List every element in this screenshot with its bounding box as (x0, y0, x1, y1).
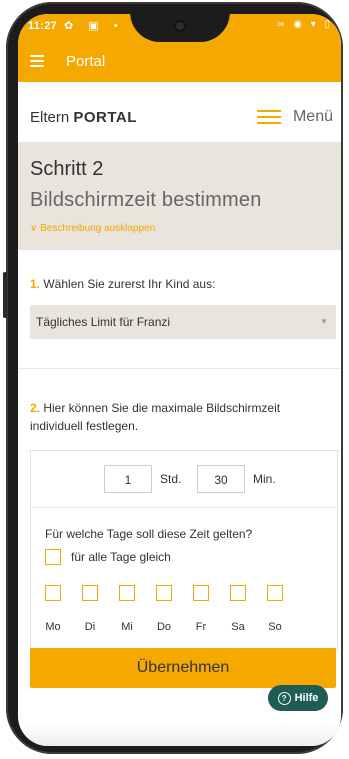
day-checkbox-sa[interactable] (230, 585, 246, 601)
menu-button[interactable]: Menü (256, 104, 333, 130)
expand-description-link[interactable]: ∨ Beschreibung ausklappen (30, 223, 155, 234)
day-label-mi: Mi (121, 621, 133, 633)
brand-logo[interactable]: Eltern PORTAL (30, 109, 137, 126)
section-number: 2. (30, 401, 41, 415)
day-label-di: Di (84, 621, 96, 633)
menu-icon (256, 110, 281, 124)
child-select[interactable]: Tägliches Limit für Franzi ▼ (30, 305, 336, 339)
app-bar: Portal (18, 42, 341, 82)
day-checkbox-mi[interactable] (119, 585, 135, 601)
day-checkbox-so[interactable] (267, 585, 283, 601)
camera-icon (174, 20, 186, 32)
bottom-edge (18, 722, 341, 746)
volume-button (3, 272, 7, 318)
site-header: Eltern PORTAL Menü (18, 82, 341, 143)
child-label: 1. Wählen Sie zurerst Ihr Kind aus: (30, 275, 215, 293)
time-label-text: Hier können Sie die maximale Bildschirmz… (30, 401, 281, 433)
same-for-all-checkbox[interactable] (45, 549, 61, 565)
step-title: Schritt 2 (30, 158, 104, 180)
step-hero: Schritt 2 Bildschirmzeit bestimmen ∨ Bes… (18, 142, 341, 250)
phone-screen: 11:27 ✿ ▣ • ∞ ◉ ▾ ▯ Portal Eltern PORTAL… (18, 14, 341, 746)
child-select-value: Tägliches Limit für Franzi (36, 315, 171, 329)
step-subtitle: Bildschirmzeit bestimmen (30, 189, 262, 211)
app-title: Portal (66, 53, 106, 70)
day-label-do: Do (156, 621, 172, 633)
apply-button[interactable]: Übernehmen (30, 648, 336, 688)
system-icons: ∞ ◉ ▾ ▯ (277, 19, 333, 30)
divider (18, 368, 341, 369)
day-label-so: So (268, 621, 282, 633)
brand-bold: PORTAL (73, 109, 137, 126)
section-number: 1. (30, 277, 41, 291)
time-row: 1 Std. 30 Min. (31, 451, 337, 508)
day-checkbox-do[interactable] (156, 585, 172, 601)
child-label-text: Wählen Sie zurerst Ihr Kind aus: (40, 277, 216, 291)
brand-light: Eltern (30, 109, 74, 126)
menu-label: Menü (292, 108, 333, 125)
minutes-unit: Min. (253, 472, 276, 486)
help-icon: ? (277, 691, 291, 705)
time-label: 2. Hier können Sie die maximale Bildschi… (30, 399, 330, 435)
same-for-all-label: für alle Tage gleich (71, 550, 171, 564)
day-checkbox-fr[interactable] (193, 585, 209, 601)
day-label-fr: Fr (195, 621, 207, 633)
status-time: 11:27 (28, 20, 58, 32)
day-label-sa: Sa (231, 621, 245, 633)
help-label: Hilfe (294, 692, 319, 704)
chevron-down-icon: ▼ (320, 317, 328, 326)
minutes-input[interactable]: 30 (197, 465, 245, 493)
hours-unit: Std. (160, 472, 182, 486)
days-question: Für welche Tage soll diese Zeit gelten? (45, 527, 253, 541)
camera-notch (130, 14, 230, 42)
help-button[interactable]: ? Hilfe (268, 685, 328, 711)
time-card: 1 Std. 30 Min. Für welche Tage soll dies… (30, 450, 338, 652)
hamburger-icon[interactable] (30, 55, 44, 67)
day-label-mo: Mo (45, 621, 61, 633)
phone-frame: 11:27 ✿ ▣ • ∞ ◉ ▾ ▯ Portal Eltern PORTAL… (3, 2, 343, 754)
hours-input[interactable]: 1 (104, 465, 152, 493)
notification-icons: ✿ ▣ • (64, 20, 124, 32)
day-checkbox-di[interactable] (82, 585, 98, 601)
day-checkbox-mo[interactable] (45, 585, 61, 601)
